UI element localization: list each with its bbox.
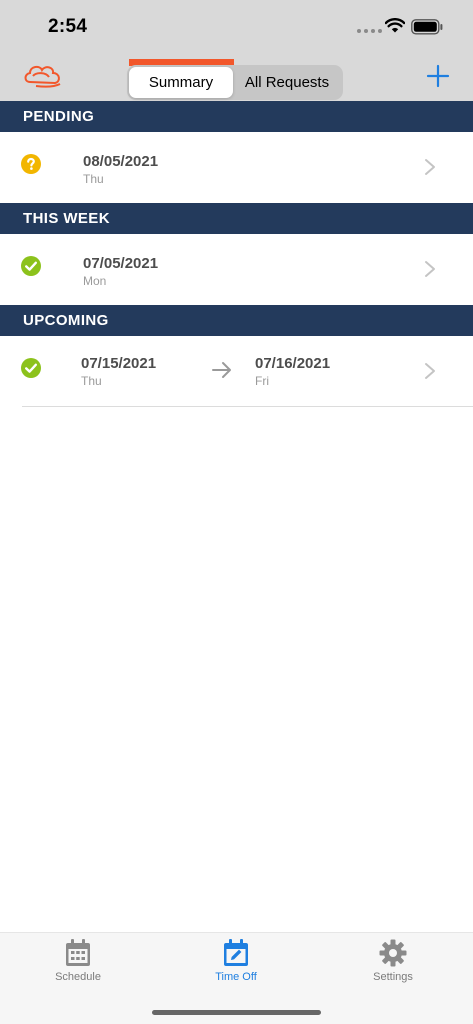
home-indicator: [152, 1010, 321, 1015]
end-date: 07/16/2021: [255, 355, 331, 372]
start-date: 08/05/2021: [83, 153, 159, 170]
chevron-right-icon: [425, 159, 435, 175]
arrow-right-icon: [212, 362, 231, 378]
tab-schedule[interactable]: Schedule: [28, 939, 128, 983]
time-off-summary-list: PENDING 08/05/2021 Thu THIS WEEK 07/05/2…: [0, 101, 473, 407]
view-segmented-control: Summary All Requests: [127, 65, 343, 100]
gear-icon: [379, 939, 407, 967]
status-time: 2:54: [48, 16, 88, 37]
time-off-row[interactable]: 07/05/2021 Mon: [0, 234, 473, 305]
top-area: 2:54 Summary All Requests: [0, 0, 473, 101]
tab-time-off[interactable]: Time Off: [186, 939, 286, 983]
battery-icon: [411, 19, 443, 35]
calendar-edit-icon: [224, 939, 248, 966]
chevron-right-icon: [425, 261, 435, 277]
status-bar: 2:54: [0, 0, 473, 52]
tab-label: Schedule: [55, 971, 101, 983]
start-date: 07/15/2021: [81, 355, 157, 372]
cloud-logo-icon[interactable]: [22, 60, 64, 90]
time-off-row[interactable]: 07/15/2021 Thu 07/16/2021 Fri: [0, 336, 473, 407]
section-header-this-week: THIS WEEK: [0, 203, 473, 234]
time-off-row[interactable]: 08/05/2021 Thu: [0, 132, 473, 203]
calendar-grid-icon: [66, 939, 90, 966]
start-day: Thu: [83, 172, 104, 186]
segment-all-requests[interactable]: All Requests: [233, 67, 341, 98]
section-header-upcoming: UPCOMING: [0, 305, 473, 336]
cellular-signal-icon: [357, 29, 382, 33]
end-day: Fri: [255, 374, 269, 388]
nav-bar: Summary All Requests: [0, 52, 473, 101]
plus-icon[interactable]: [426, 64, 450, 88]
start-date: 07/05/2021: [83, 255, 159, 272]
check-circle-icon: [21, 256, 41, 276]
segment-summary[interactable]: Summary: [129, 67, 233, 98]
tab-settings[interactable]: Settings: [343, 939, 443, 983]
question-circle-icon: [21, 154, 41, 174]
start-day: Mon: [83, 274, 107, 288]
section-header-pending: PENDING: [0, 101, 473, 132]
row-divider: [22, 406, 473, 407]
chevron-right-icon: [425, 363, 435, 379]
check-circle-icon: [21, 358, 41, 378]
tab-label: Time Off: [215, 971, 257, 983]
start-day: Thu: [81, 374, 102, 388]
wifi-icon: [385, 18, 405, 33]
tab-label: Settings: [373, 971, 413, 983]
